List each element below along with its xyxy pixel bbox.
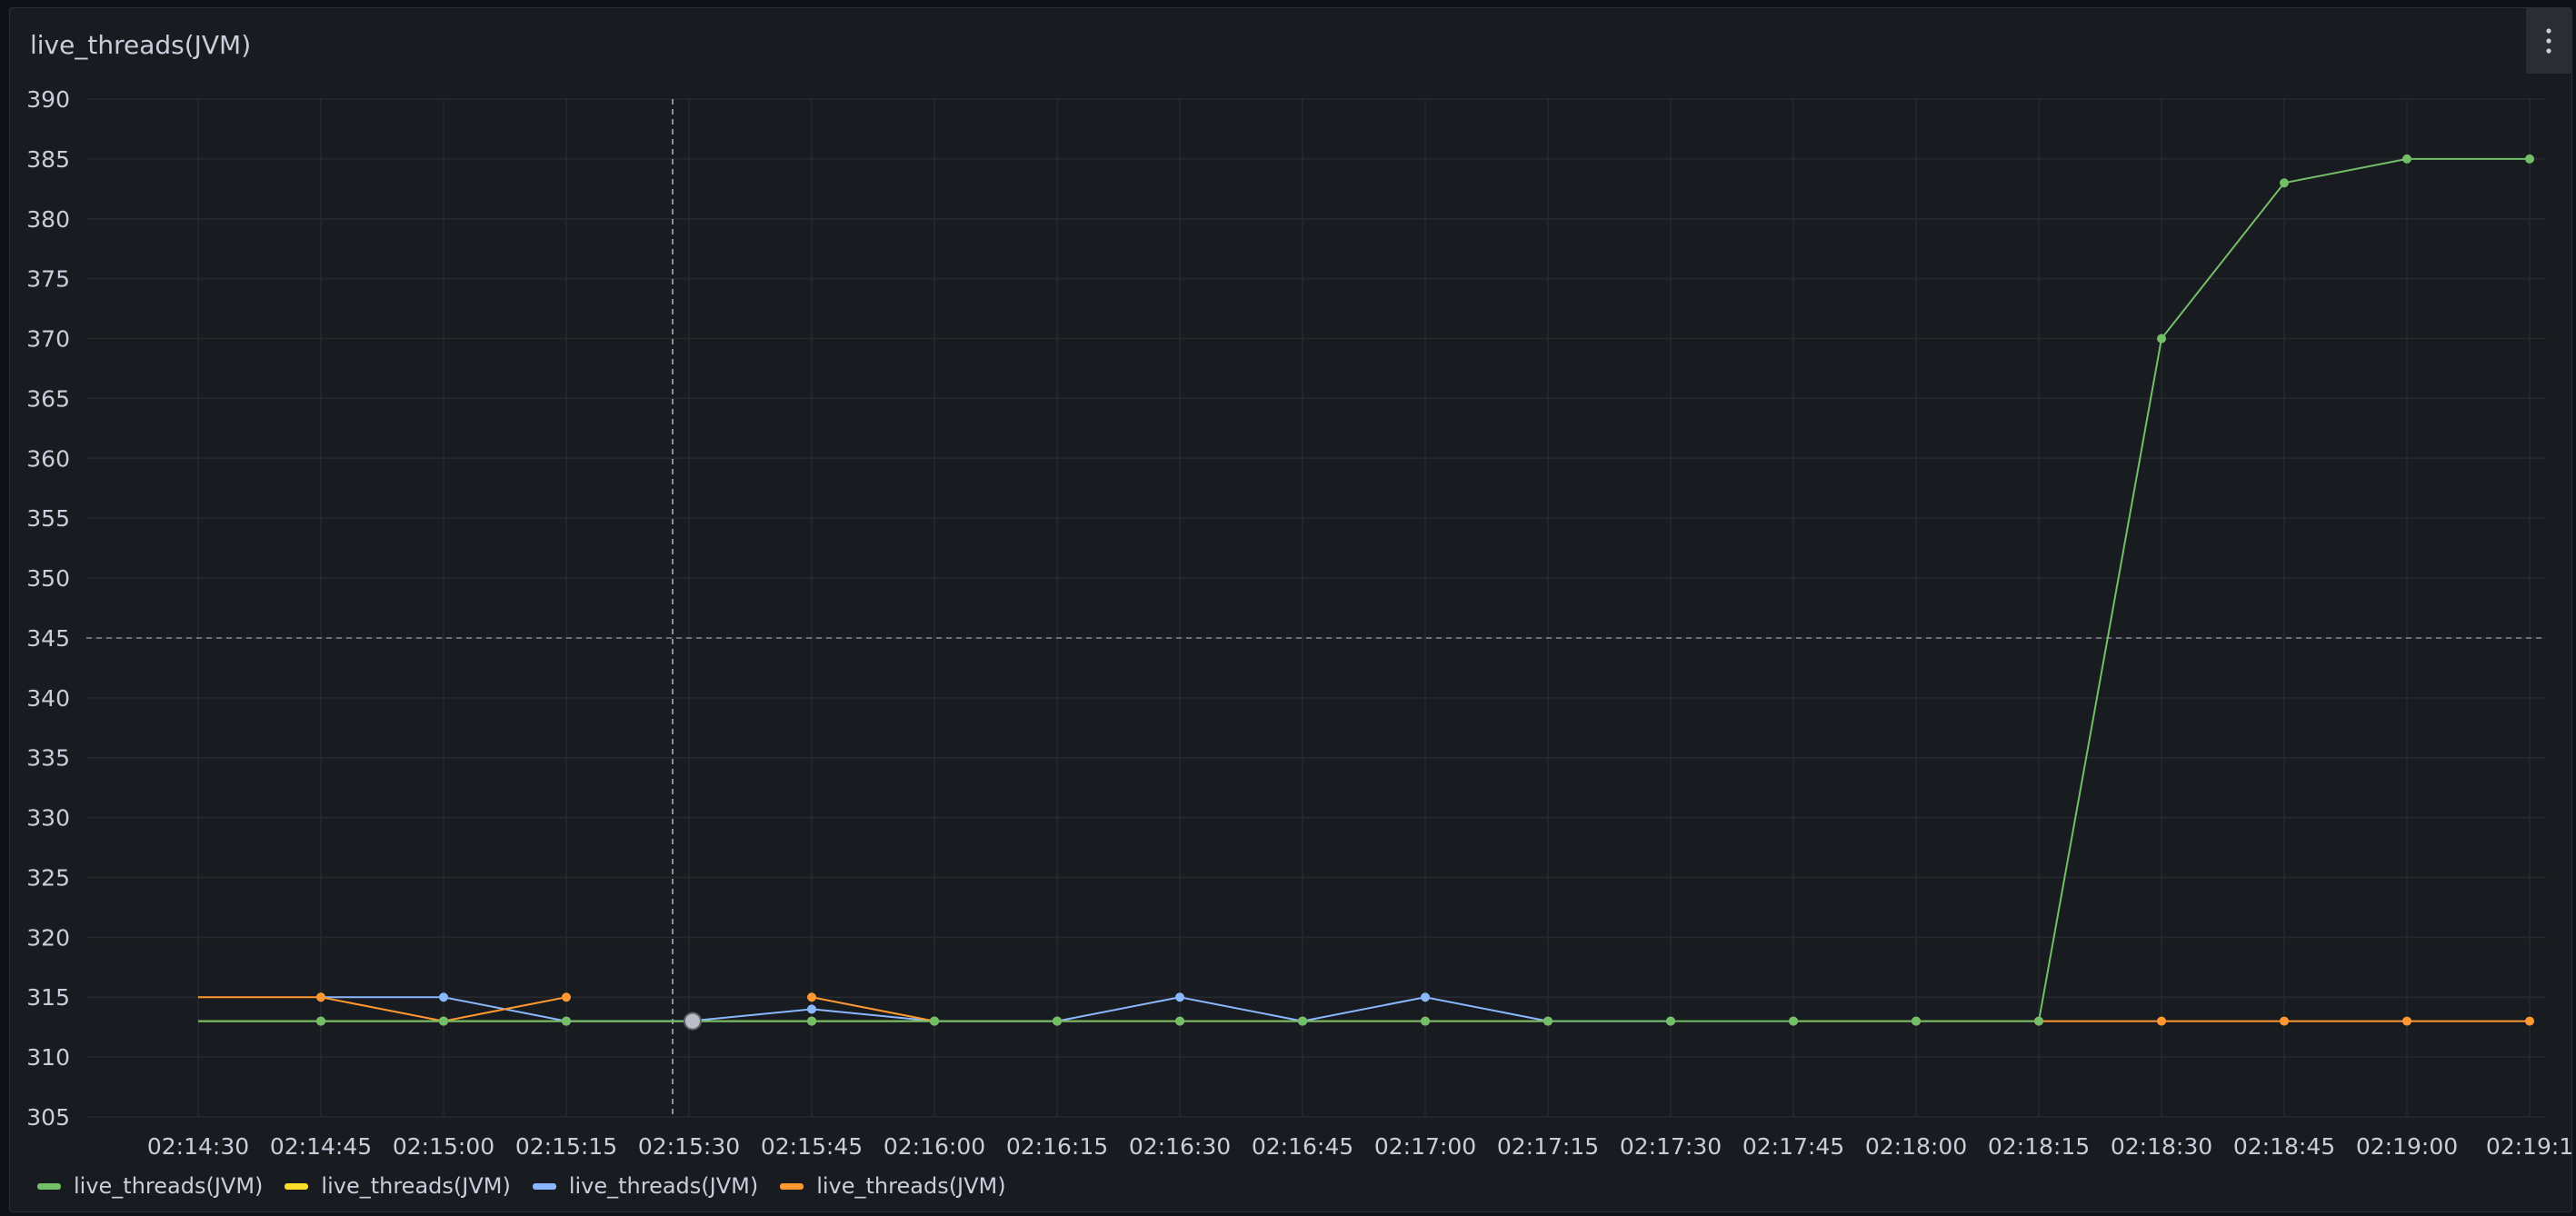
data-point xyxy=(1666,1016,1675,1026)
x-tick-label: 02:16:00 xyxy=(884,1133,985,1160)
y-tick-label: 385 xyxy=(26,146,70,173)
y-tick-label: 305 xyxy=(26,1104,70,1131)
data-point xyxy=(316,1016,325,1026)
x-tick-label: 02:18:00 xyxy=(1865,1133,1967,1160)
y-tick-label: 350 xyxy=(26,565,70,592)
x-tick-label: 02:19:1 xyxy=(2486,1133,2573,1160)
legend-swatch xyxy=(532,1182,556,1190)
data-point xyxy=(2157,1016,2166,1026)
legend-swatch xyxy=(37,1182,61,1190)
data-point xyxy=(807,1004,816,1014)
data-point xyxy=(1789,1016,1798,1026)
legend-label: live_threads(JVM) xyxy=(568,1173,759,1199)
x-tick-label: 02:18:30 xyxy=(2111,1133,2212,1160)
data-point xyxy=(1053,1016,1062,1026)
legend-item[interactable]: live_threads(JVM) xyxy=(285,1173,511,1199)
y-tick-label: 310 xyxy=(26,1044,70,1071)
y-tick-label: 330 xyxy=(26,805,70,832)
x-tick-label: 02:17:00 xyxy=(1374,1133,1476,1160)
y-tick-label: 335 xyxy=(26,745,70,772)
y-tick-label: 380 xyxy=(26,206,70,233)
data-point xyxy=(807,1016,816,1026)
legend-label: live_threads(JVM) xyxy=(816,1173,1006,1199)
x-tick-label: 02:17:45 xyxy=(1742,1133,1844,1160)
y-tick-label: 345 xyxy=(26,625,70,652)
x-tick-label: 02:16:15 xyxy=(1006,1133,1108,1160)
x-tick-label: 02:18:15 xyxy=(1988,1133,2090,1160)
data-point xyxy=(1421,1016,1430,1026)
legend-swatch xyxy=(780,1182,804,1190)
data-point xyxy=(930,1016,939,1026)
x-tick-label: 02:16:30 xyxy=(1129,1133,1231,1160)
data-point xyxy=(1421,992,1430,1002)
data-point xyxy=(807,992,816,1002)
x-tick-label: 02:17:30 xyxy=(1620,1133,1722,1160)
data-point xyxy=(2280,1016,2289,1026)
x-tick-label: 02:19:00 xyxy=(2356,1133,2458,1160)
panel-menu-button[interactable] xyxy=(2526,8,2571,74)
y-tick-label: 370 xyxy=(26,326,70,353)
x-tick-label: 02:15:45 xyxy=(761,1133,863,1160)
legend-item[interactable]: live_threads(JVM) xyxy=(37,1173,263,1199)
data-point xyxy=(2034,1016,2043,1026)
data-point xyxy=(2525,154,2534,164)
legend: live_threads(JVM) live_threads(JVM) live_t… xyxy=(37,1173,1006,1199)
y-tick-label: 355 xyxy=(26,505,70,532)
data-point xyxy=(1175,992,1184,1002)
y-tick-label: 360 xyxy=(26,445,70,472)
data-point xyxy=(1298,1016,1307,1026)
x-tick-label: 02:14:30 xyxy=(147,1133,249,1160)
legend-item[interactable]: live_threads(JVM) xyxy=(532,1173,759,1199)
x-tick-label: 02:17:15 xyxy=(1497,1133,1599,1160)
more-vertical-icon xyxy=(2546,28,2551,54)
y-tick-label: 340 xyxy=(26,685,70,712)
data-point xyxy=(2402,154,2411,164)
y-tick-label: 315 xyxy=(26,984,70,1011)
data-point xyxy=(2280,178,2289,188)
y-tick-label: 325 xyxy=(26,864,70,891)
panel: 305 310 315 320 325 330 335 340 345 350 355 360 365 3… xyxy=(9,7,2573,1212)
x-axis: 02:14:30 02:14:45 02:15:00 02:15:15 02:15:30… xyxy=(147,1133,2573,1160)
data-point xyxy=(1175,1016,1184,1026)
y-tick-label: 390 xyxy=(26,86,70,113)
chart: 305 310 315 320 325 330 335 340 345 350 355 360 365 3… xyxy=(26,86,2573,1160)
x-tick-label: 02:15:15 xyxy=(515,1133,617,1160)
x-tick-label: 02:15:00 xyxy=(393,1133,494,1160)
x-tick-label: 02:15:30 xyxy=(638,1133,740,1160)
legend-label: live_threads(JVM) xyxy=(74,1173,264,1199)
data-point xyxy=(562,992,571,1002)
x-tick-label: 02:18:45 xyxy=(2233,1133,2335,1160)
y-tick-label: 320 xyxy=(26,924,70,951)
panel-title: live_threads(JVM) xyxy=(30,30,252,60)
data-point xyxy=(2525,1016,2534,1026)
data-point xyxy=(562,1016,571,1026)
y-axis: 305 310 315 320 325 330 335 340 345 350 355 360 365 3… xyxy=(26,86,70,1131)
data-point xyxy=(2157,334,2166,344)
legend-label: live_threads(JVM) xyxy=(321,1173,511,1199)
data-point xyxy=(1912,1016,1921,1026)
y-tick-label: 365 xyxy=(26,385,70,412)
x-tick-label: 02:14:45 xyxy=(270,1133,372,1160)
data-point xyxy=(316,992,325,1002)
legend-swatch xyxy=(285,1182,309,1190)
data-point xyxy=(439,1016,448,1026)
series-line xyxy=(198,157,2530,1022)
data-point xyxy=(439,992,448,1002)
series-line xyxy=(321,996,1671,1022)
chart-series xyxy=(198,154,2534,1031)
hover-point xyxy=(684,1012,702,1031)
y-tick-label: 375 xyxy=(26,266,70,293)
legend-item[interactable]: live_threads(JVM) xyxy=(780,1173,1006,1199)
x-tick-label: 02:16:45 xyxy=(1252,1133,1353,1160)
series-0 xyxy=(198,154,2534,1026)
data-point xyxy=(2402,1016,2411,1026)
chart-grid xyxy=(86,98,2546,1118)
data-point xyxy=(1543,1016,1553,1026)
